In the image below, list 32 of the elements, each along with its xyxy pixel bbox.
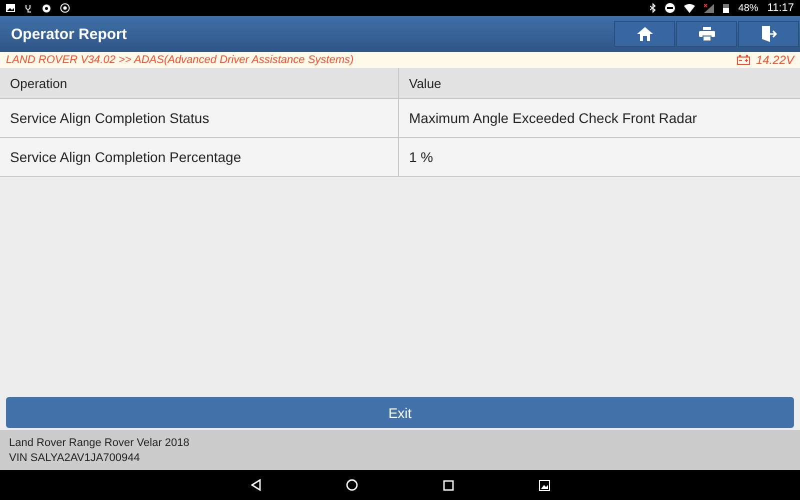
table-cell: Service Align Completion Percentage [0, 138, 399, 176]
wifi-icon [684, 4, 696, 12]
vin-number: VIN SALYA2AV1JA700944 [9, 452, 141, 464]
clock-time: 11:17 [767, 2, 794, 14]
breadcrumb-path: LAND ROVER V34.02 >> ADAS(Advanced Driver Assistance Systems) [6, 54, 354, 66]
exit-door-icon [760, 26, 776, 42]
battery-icon [736, 55, 750, 65]
bluetooth-icon [650, 3, 656, 13]
battery-icon [723, 3, 730, 13]
exit-door-button[interactable] [738, 21, 799, 47]
vehicle-name: Land Rover Range Rover Velar 2018 [9, 436, 190, 448]
home-button[interactable] [614, 21, 675, 47]
printer-icon [698, 27, 714, 41]
back-icon[interactable] [250, 479, 260, 491]
table-cell-text: 1 % [408, 148, 434, 167]
page-title: Operator Report [11, 26, 128, 42]
battery-percent: 48% [738, 2, 758, 14]
signal-icon [704, 4, 714, 12]
print-button[interactable] [676, 21, 737, 47]
exit-button[interactable]: Exit [6, 397, 794, 428]
column-header: Value [408, 74, 442, 92]
minus-circle-icon [665, 3, 676, 13]
picture-icon [6, 4, 15, 12]
screenshot-icon[interactable] [538, 480, 550, 490]
table-cell: Service Align Completion Status [0, 99, 399, 137]
voltage-reading: 14.22V [756, 53, 794, 67]
recents-icon[interactable] [442, 480, 454, 490]
home-icon [636, 27, 652, 41]
table-cell-text: Maximum Angle Exceeded Check Front Radar [408, 109, 698, 128]
gear-icon [60, 3, 70, 13]
column-header: Operation [0, 68, 399, 98]
home-icon[interactable] [346, 479, 358, 491]
